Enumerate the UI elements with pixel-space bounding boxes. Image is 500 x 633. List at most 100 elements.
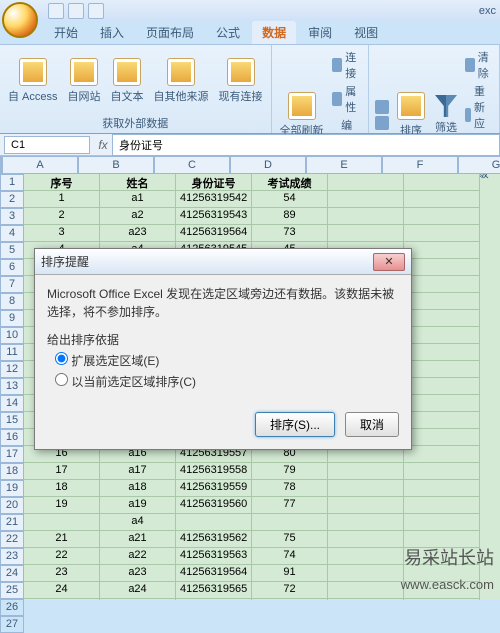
data-cell[interactable] — [328, 531, 404, 548]
data-cell[interactable] — [328, 225, 404, 242]
data-cell[interactable] — [328, 548, 404, 565]
formula-input[interactable]: 身份证号 — [112, 134, 500, 156]
data-cell[interactable]: 41256319542 — [176, 191, 252, 208]
data-cell[interactable] — [404, 480, 480, 497]
data-cell[interactable]: 41256319563 — [176, 548, 252, 565]
data-cell[interactable]: 23 — [24, 565, 100, 582]
name-box[interactable]: C1 — [4, 136, 90, 154]
data-cell[interactable]: 41256319559 — [176, 480, 252, 497]
row-header[interactable]: 5 — [0, 242, 24, 259]
data-cell[interactable] — [404, 514, 480, 531]
row-header[interactable]: 24 — [0, 565, 24, 582]
data-cell[interactable]: 17 — [24, 463, 100, 480]
data-cell[interactable]: a23 — [100, 565, 176, 582]
data-cell[interactable]: 41256319564 — [176, 225, 252, 242]
clear-button[interactable]: 清除 — [465, 49, 493, 81]
refresh-all-button[interactable]: 全部刷新 — [278, 90, 326, 140]
data-cell[interactable]: a19 — [100, 497, 176, 514]
data-cell[interactable]: a4 — [100, 514, 176, 531]
tab-review[interactable]: 审阅 — [298, 21, 342, 44]
data-cell[interactable]: 18 — [24, 480, 100, 497]
data-cell[interactable] — [404, 378, 480, 395]
header-cell[interactable] — [328, 174, 404, 191]
row-header[interactable]: 10 — [0, 327, 24, 344]
data-cell[interactable] — [404, 412, 480, 429]
row-header[interactable]: 6 — [0, 259, 24, 276]
col-header[interactable]: G — [458, 156, 500, 174]
row-header[interactable]: 4 — [0, 225, 24, 242]
dialog-titlebar[interactable]: 排序提醒 ✕ — [35, 249, 411, 275]
data-cell[interactable]: 41256319564 — [176, 565, 252, 582]
data-cell[interactable] — [404, 327, 480, 344]
row-header[interactable]: 27 — [0, 616, 24, 633]
data-cell[interactable]: a1 — [100, 191, 176, 208]
data-cell[interactable]: 54 — [252, 191, 328, 208]
data-cell[interactable]: 2 — [24, 208, 100, 225]
tab-home[interactable]: 开始 — [44, 21, 88, 44]
data-cell[interactable] — [404, 429, 480, 446]
data-cell[interactable]: a21 — [100, 531, 176, 548]
data-cell[interactable]: a24 — [100, 582, 176, 599]
data-cell[interactable]: 41256319558 — [176, 463, 252, 480]
connections-button[interactable]: 连接 — [332, 49, 362, 81]
data-cell[interactable]: 41256319565 — [176, 582, 252, 599]
col-header[interactable]: A — [2, 156, 78, 174]
data-cell[interactable]: a17 — [100, 463, 176, 480]
qat-save-icon[interactable] — [48, 3, 64, 19]
data-cell[interactable] — [24, 514, 100, 531]
sort-az-button[interactable] — [375, 100, 389, 114]
data-cell[interactable]: 24 — [24, 582, 100, 599]
row-header[interactable]: 23 — [0, 548, 24, 565]
tab-layout[interactable]: 页面布局 — [136, 21, 204, 44]
row-header[interactable]: 8 — [0, 293, 24, 310]
data-cell[interactable] — [328, 497, 404, 514]
fx-icon[interactable]: fx — [94, 138, 112, 152]
data-cell[interactable]: 41256319543 — [176, 208, 252, 225]
row-header[interactable]: 11 — [0, 344, 24, 361]
data-cell[interactable]: 73 — [252, 225, 328, 242]
data-cell[interactable]: a2 — [100, 208, 176, 225]
data-cell[interactable]: 79 — [252, 463, 328, 480]
data-cell[interactable] — [404, 361, 480, 378]
data-cell[interactable] — [176, 514, 252, 531]
existing-conn-button[interactable]: 现有连接 — [217, 56, 265, 106]
data-cell[interactable]: 91 — [252, 565, 328, 582]
header-cell[interactable]: 序号 — [24, 174, 100, 191]
qat-redo-icon[interactable] — [88, 3, 104, 19]
data-cell[interactable] — [328, 208, 404, 225]
data-cell[interactable]: 41256319562 — [176, 531, 252, 548]
data-cell[interactable]: 1 — [24, 191, 100, 208]
row-header[interactable]: 22 — [0, 531, 24, 548]
data-cell[interactable] — [252, 514, 328, 531]
from-text-button[interactable]: 自文本 — [109, 56, 146, 106]
row-header[interactable]: 12 — [0, 361, 24, 378]
from-access-button[interactable]: 自 Access — [6, 56, 60, 106]
data-cell[interactable]: 78 — [252, 480, 328, 497]
data-cell[interactable] — [328, 582, 404, 599]
row-header[interactable]: 1 — [0, 174, 24, 191]
row-header[interactable]: 19 — [0, 480, 24, 497]
col-header[interactable]: C — [154, 156, 230, 174]
row-header[interactable]: 26 — [0, 599, 24, 616]
data-cell[interactable] — [404, 463, 480, 480]
data-cell[interactable]: 75 — [252, 531, 328, 548]
tab-data[interactable]: 数据 — [252, 21, 296, 44]
row-header[interactable]: 9 — [0, 310, 24, 327]
data-cell[interactable] — [404, 310, 480, 327]
filter-button[interactable]: 筛选 — [433, 93, 459, 137]
row-header[interactable]: 18 — [0, 463, 24, 480]
data-cell[interactable] — [404, 446, 480, 463]
data-cell[interactable] — [404, 191, 480, 208]
row-header[interactable]: 17 — [0, 446, 24, 463]
header-cell[interactable]: 姓名 — [100, 174, 176, 191]
data-cell[interactable] — [328, 463, 404, 480]
col-header[interactable]: E — [306, 156, 382, 174]
cancel-button[interactable]: 取消 — [345, 412, 399, 437]
radio-expand[interactable]: 扩展选定区域(E) — [55, 352, 399, 369]
col-header[interactable]: F — [382, 156, 458, 174]
data-cell[interactable]: 77 — [252, 497, 328, 514]
row-header[interactable]: 20 — [0, 497, 24, 514]
data-cell[interactable] — [328, 480, 404, 497]
data-cell[interactable] — [328, 565, 404, 582]
row-header[interactable]: 15 — [0, 412, 24, 429]
